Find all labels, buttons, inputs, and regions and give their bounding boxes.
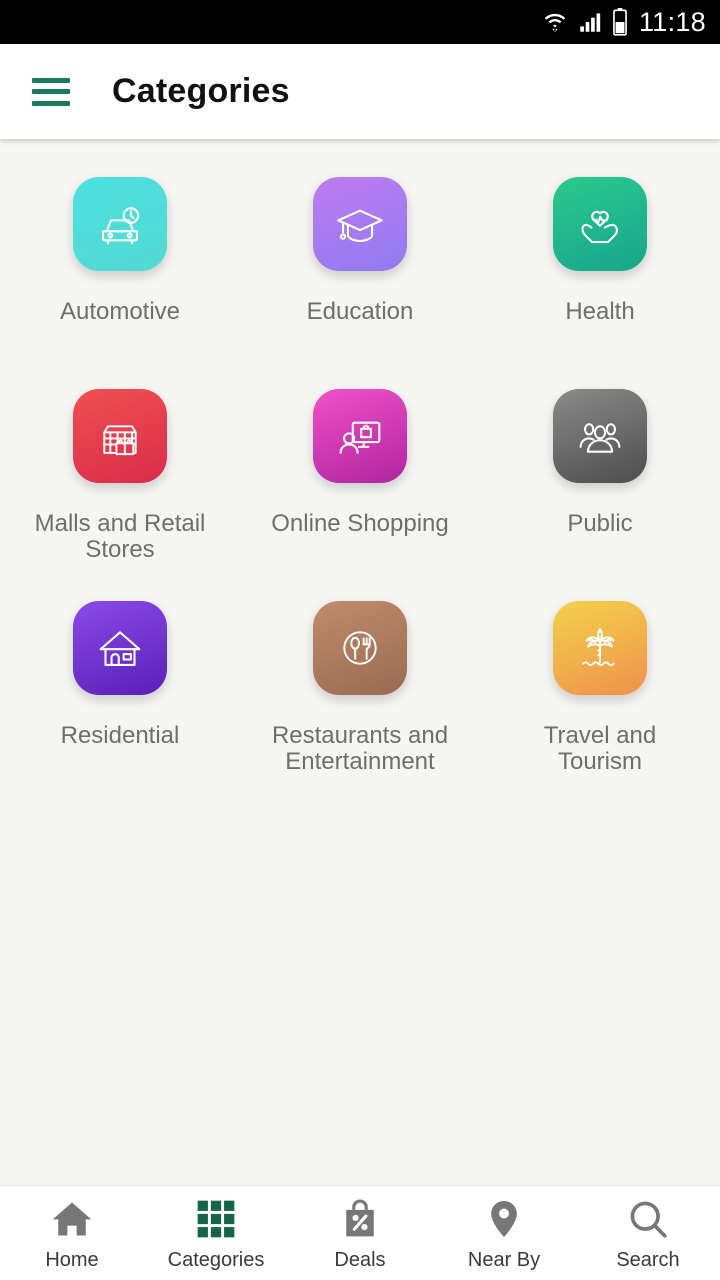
category-label: Health: [565, 298, 635, 325]
category-tile[interactable]: [73, 389, 167, 483]
search-icon: [630, 1201, 667, 1238]
category-label: Automotive: [59, 298, 181, 325]
category-tile[interactable]: [73, 177, 167, 271]
mall-shopping-bags-icon: [103, 425, 137, 456]
map-pin-icon: [491, 1200, 517, 1237]
nav-item-categories[interactable]: Categories: [144, 1197, 288, 1270]
graduation-cap-icon: [337, 209, 383, 242]
nav-item-near-by[interactable]: Near By: [432, 1197, 576, 1270]
category-tile[interactable]: [553, 177, 647, 271]
house-icon: [99, 631, 141, 666]
category-item-online-shopping[interactable]: Online Shopping: [240, 389, 480, 601]
categories-content: Automotive Education Health Malls and Re…: [0, 139, 720, 1185]
home-icon: [52, 1202, 92, 1235]
bottom-navigation: Home Categories Deals Near By Search: [0, 1185, 720, 1280]
signal-icon: [577, 9, 603, 35]
app-screen: 11:18 Categories Automotive Education He…: [0, 0, 720, 1280]
palm-tree-icon: [582, 628, 615, 667]
category-item-malls-and-retail-stores[interactable]: Malls and Retail Stores: [0, 389, 240, 601]
status-clock: 11:18: [638, 6, 706, 37]
category-label: Travel and Tourism: [543, 722, 657, 776]
app-bar: Categories: [0, 44, 720, 139]
page-title: Categories: [112, 72, 290, 110]
nav-item-search[interactable]: Search: [576, 1197, 720, 1270]
category-item-automotive[interactable]: Automotive: [0, 177, 240, 389]
categories-grid: Automotive Education Health Malls and Re…: [0, 177, 720, 813]
category-label: Education: [306, 298, 414, 325]
nav-label: Near By: [467, 1248, 541, 1271]
nav-label: Deals: [334, 1248, 386, 1271]
category-label: Malls and Retail Stores: [34, 510, 206, 564]
category-item-public[interactable]: Public: [480, 389, 720, 601]
status-bar: 11:18: [0, 0, 720, 44]
category-label: Restaurants and Entertainment: [271, 722, 449, 776]
category-tile[interactable]: [553, 601, 647, 695]
nav-item-home[interactable]: Home: [0, 1197, 144, 1270]
category-tile[interactable]: [313, 389, 407, 483]
nav-item-deals[interactable]: Deals: [288, 1197, 432, 1270]
category-tile[interactable]: [553, 389, 647, 483]
category-item-restaurants-and-entertainment[interactable]: Restaurants and Entertainment: [240, 601, 480, 813]
category-tile[interactable]: [313, 601, 407, 695]
deal-bag-icon: [346, 1198, 374, 1236]
grid-icon: [197, 1200, 235, 1237]
wifi-icon: [542, 9, 568, 35]
category-tile[interactable]: [313, 177, 407, 271]
car-icon: [102, 207, 140, 245]
category-label: Online Shopping: [271, 510, 449, 537]
spoon-fork-icon: [343, 631, 377, 665]
category-item-travel-and-tourism[interactable]: Travel and Tourism: [480, 601, 720, 813]
online-shopping-monitor-icon: [339, 421, 381, 454]
category-tile[interactable]: [73, 601, 167, 695]
category-item-residential[interactable]: Residential: [0, 601, 240, 813]
hamburger-menu-icon[interactable]: [32, 77, 70, 106]
category-label: Public: [567, 510, 633, 537]
nav-label: Categories: [167, 1248, 265, 1271]
nav-label: Home: [45, 1248, 99, 1271]
people-group-icon: [579, 423, 621, 453]
category-label: Residential: [60, 722, 180, 749]
nav-label: Search: [616, 1248, 680, 1271]
hands-heart-icon: [581, 210, 618, 244]
battery-icon: [612, 8, 628, 36]
category-item-health[interactable]: Health: [480, 177, 720, 389]
category-item-education[interactable]: Education: [240, 177, 480, 389]
